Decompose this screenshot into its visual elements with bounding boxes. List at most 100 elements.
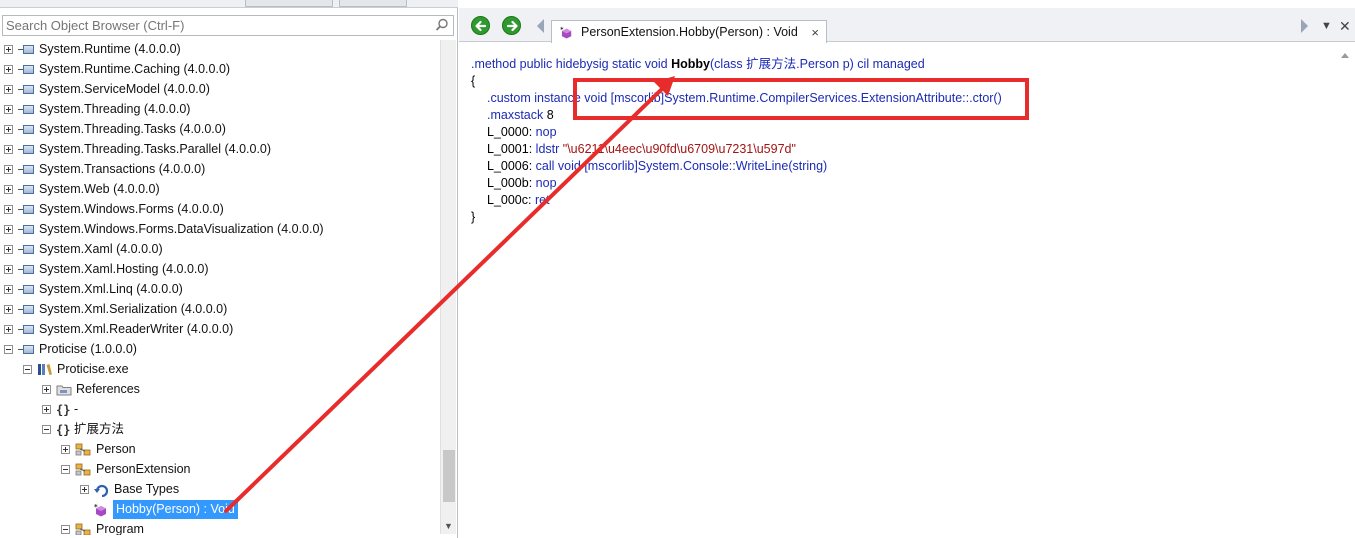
tab-scroll-right-icon[interactable] [1301, 19, 1308, 33]
assembly-icon [18, 124, 35, 135]
code-scrollbar[interactable] [1336, 43, 1355, 538]
code-token: 8 [546, 108, 554, 122]
tree-item-label: References [76, 382, 140, 396]
close-all-icon[interactable]: ✕ [1339, 18, 1351, 35]
document-toolbar: * PersonExtension.Hobby(Person) : Void ×… [459, 8, 1355, 43]
code-token: .maxstack [487, 108, 547, 122]
tree-item-assembly[interactable]: System.Xaml.Hosting (4.0.0.0) [4, 260, 209, 279]
tree-item-assembly[interactable]: System.Xaml (4.0.0.0) [4, 240, 163, 259]
tree-item-assembly[interactable]: System.Threading.Tasks.Parallel (4.0.0.0… [4, 140, 271, 159]
tree-item-assembly[interactable]: System.ServiceModel (4.0.0.0) [4, 80, 210, 99]
extension-method-icon: * [94, 503, 106, 516]
expand-icon[interactable] [4, 85, 13, 94]
tree-item-label: System.Transactions (4.0.0.0) [39, 162, 206, 176]
tree-scrollbar[interactable]: ▼ [440, 40, 456, 534]
assembly-icon [18, 344, 35, 355]
tab-personextension-hobby[interactable]: * PersonExtension.Hobby(Person) : Void × [551, 20, 827, 43]
svg-text:*: * [94, 503, 98, 511]
tree-item-class-person[interactable]: Person [61, 440, 136, 459]
namespace-braces-icon: {} [56, 423, 70, 436]
tree-item-assembly[interactable]: System.Xml.ReaderWriter (4.0.0.0) [4, 320, 233, 339]
collapse-icon[interactable] [61, 525, 70, 534]
toolbar-button[interactable] [245, 0, 333, 7]
tree-item-label: Hobby(Person) : Void [113, 500, 238, 519]
expand-icon[interactable] [80, 485, 89, 494]
expand-icon[interactable] [61, 445, 70, 454]
code-token: L_0001: [487, 142, 536, 156]
toolbar-button[interactable] [339, 0, 407, 7]
code-token: L_0006: [487, 159, 536, 173]
tree-item-assembly-proticise[interactable]: Proticise (1.0.0.0) [4, 340, 137, 359]
tab-list-dropdown-icon[interactable]: ▼ [1321, 20, 1332, 32]
tree-item-assembly[interactable]: System.Xml.Serialization (4.0.0.0) [4, 300, 227, 319]
assembly-icon [18, 144, 35, 155]
tree-item-assembly[interactable]: System.Threading.Tasks (4.0.0.0) [4, 120, 226, 139]
collapse-icon[interactable] [42, 425, 51, 434]
expand-icon[interactable] [4, 45, 13, 54]
expand-icon[interactable] [4, 325, 13, 334]
tree-item-assembly[interactable]: System.Threading (4.0.0.0) [4, 100, 190, 119]
class-icon [75, 523, 91, 535]
expand-icon[interactable] [4, 265, 13, 274]
expand-icon[interactable] [4, 185, 13, 194]
code-token[interactable]: Hobby [671, 57, 710, 71]
class-icon [75, 463, 91, 475]
close-icon[interactable]: × [811, 26, 819, 39]
collapse-icon[interactable] [61, 465, 70, 474]
collapse-icon[interactable] [23, 365, 32, 374]
expand-icon[interactable] [4, 205, 13, 214]
forward-button[interactable] [502, 16, 521, 35]
expand-icon[interactable] [4, 125, 13, 134]
tree-item-label: - [74, 402, 79, 416]
expand-icon[interactable] [4, 245, 13, 254]
expand-icon[interactable] [4, 305, 13, 314]
code-token[interactable]: 扩展方法.Person [746, 57, 839, 71]
tree-item-label: System.ServiceModel (4.0.0.0) [39, 82, 210, 96]
expand-icon[interactable] [4, 145, 13, 154]
tree-item-references[interactable]: References [42, 380, 140, 399]
tree-item-class-personextension[interactable]: PersonExtension [61, 460, 191, 479]
expand-icon[interactable] [4, 285, 13, 294]
tree-item-assembly[interactable]: System.Xml.Linq (4.0.0.0) [4, 280, 183, 299]
tree-item-base-types[interactable]: Base Types [80, 480, 179, 499]
scrollbar-thumb[interactable] [443, 450, 455, 502]
tree-item-label: 扩展方法 [74, 422, 125, 436]
assembly-icon [18, 44, 35, 55]
expand-icon[interactable] [4, 165, 13, 174]
expand-icon[interactable] [42, 405, 51, 414]
tree-item-label: PersonExtension [96, 462, 191, 476]
code-line: L_0000: nop [471, 124, 1002, 141]
tree-item-class-program[interactable]: Program [61, 520, 144, 535]
scroll-down-icon[interactable]: ▼ [444, 522, 453, 531]
tab-scroll-left-icon[interactable] [537, 19, 544, 33]
search-icon[interactable] [435, 18, 449, 32]
tree-item-label: Proticise (1.0.0.0) [39, 342, 137, 356]
expand-icon[interactable] [4, 65, 13, 74]
tree-item-namespace[interactable]: {} - [42, 400, 78, 419]
code-token: void [557, 159, 585, 173]
tree-item-label: System.Xml.ReaderWriter (4.0.0.0) [39, 322, 234, 336]
tree-item-label: Proticise.exe [57, 362, 129, 376]
svg-text:{}: {} [56, 423, 70, 436]
tree-item-assembly[interactable]: System.Transactions (4.0.0.0) [4, 160, 205, 179]
tree-item-assembly[interactable]: System.Web (4.0.0.0) [4, 180, 160, 199]
tree-item-assembly[interactable]: System.Runtime (4.0.0.0) [4, 40, 181, 59]
tree-item-namespace[interactable]: {} 扩展方法 [42, 420, 124, 439]
expand-icon[interactable] [4, 225, 13, 234]
tree-item-assembly[interactable]: System.Runtime.Caching (4.0.0.0) [4, 60, 230, 79]
collapse-icon[interactable] [4, 345, 13, 354]
expand-icon[interactable] [4, 105, 13, 114]
tree-item-method-hobby[interactable]: * Hobby(Person) : Void [94, 500, 238, 519]
search-input[interactable] [3, 16, 423, 35]
tree-item-module[interactable]: Proticise.exe [23, 360, 129, 379]
code-token[interactable]: [mscorlib]System.Console::WriteLine(stri… [584, 159, 827, 173]
code-token: p) cil managed [839, 57, 925, 71]
expand-icon[interactable] [42, 385, 51, 394]
assembly-icon [18, 84, 35, 95]
search-box [2, 15, 454, 36]
back-button[interactable] [471, 16, 490, 35]
extension-method-icon: * [560, 26, 572, 39]
tree-item-assembly[interactable]: System.Windows.Forms (4.0.0.0) [4, 200, 224, 219]
scroll-up-icon[interactable] [1341, 53, 1349, 58]
tree-item-assembly[interactable]: System.Windows.Forms.DataVisualization (… [4, 220, 324, 239]
